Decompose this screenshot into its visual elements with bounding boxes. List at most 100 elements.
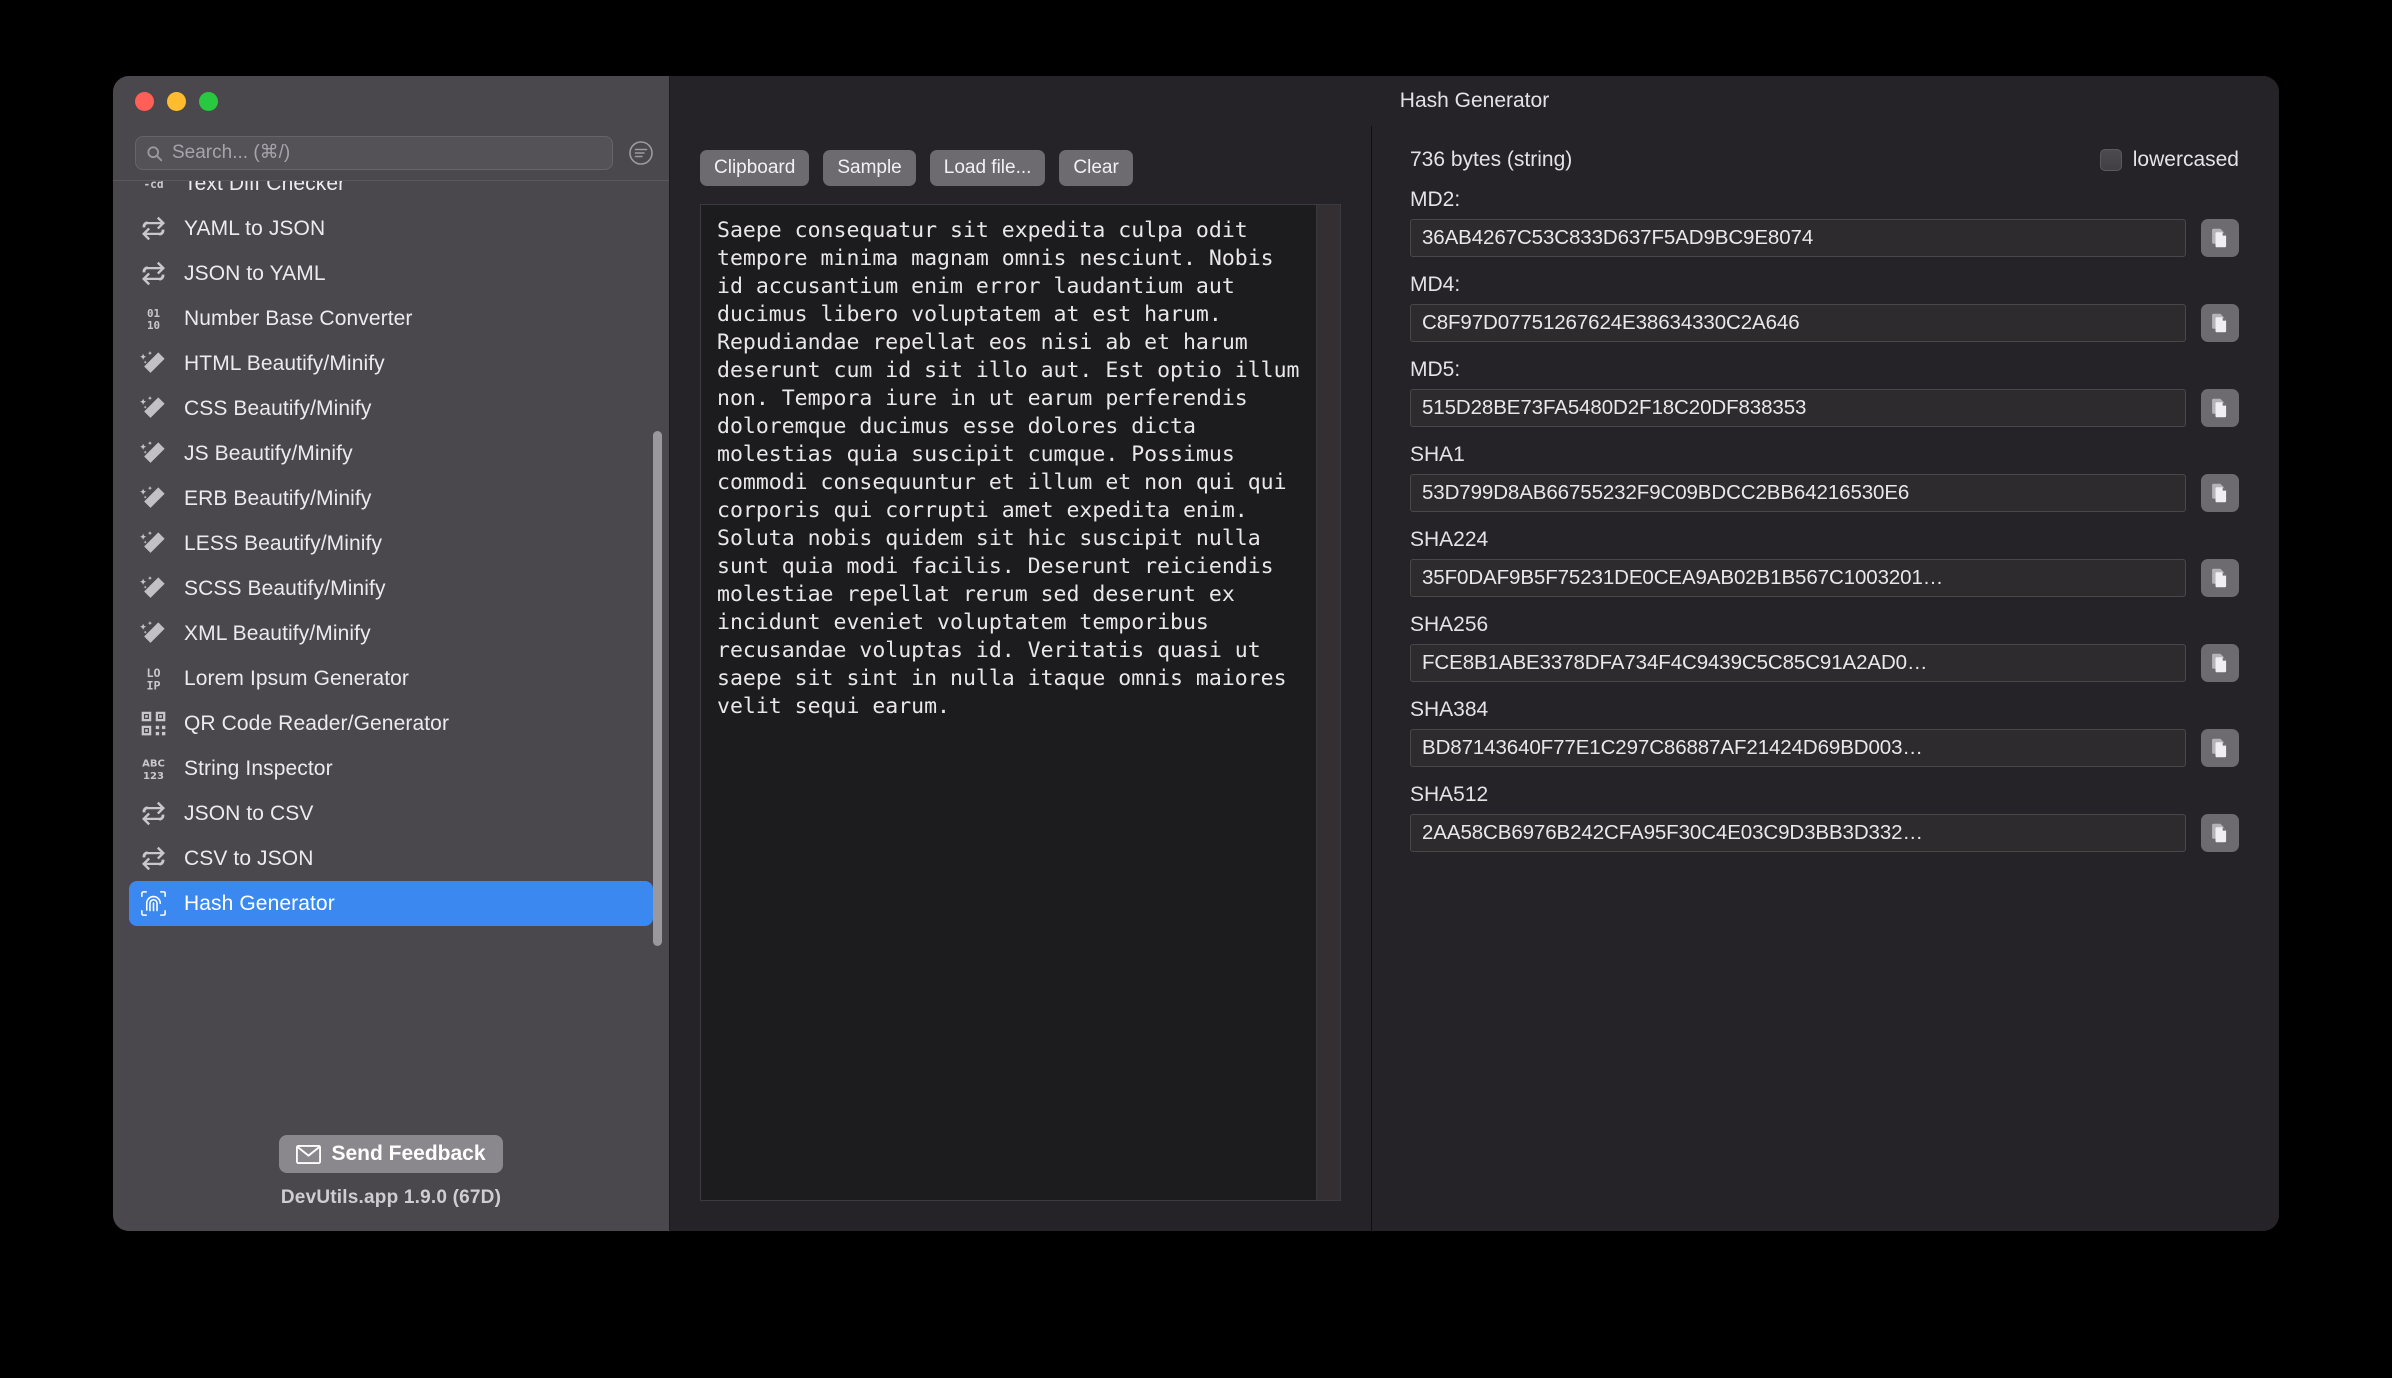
page-title: Hash Generator (1400, 89, 1549, 113)
copy-button[interactable] (2201, 559, 2239, 597)
clear-button[interactable]: Clear (1059, 150, 1132, 186)
copy-button[interactable] (2201, 219, 2239, 257)
lowercased-label: lowercased (2133, 148, 2239, 172)
sidebar-item-xml-beautify-minify[interactable]: XML Beautify/Minify (129, 611, 653, 656)
copy-button[interactable] (2201, 814, 2239, 852)
minimize-button[interactable] (167, 92, 186, 111)
input-textarea[interactable]: Saepe consequatur sit expedita culpa odi… (700, 204, 1341, 1201)
copy-icon (2210, 653, 2230, 673)
hash-row: MD4: C8F97D07751267624E38634330C2A646 (1410, 273, 2239, 342)
send-feedback-label: Send Feedback (331, 1142, 485, 1166)
wand-icon (139, 529, 168, 558)
sidebar-item-label: Lorem Ipsum Generator (184, 667, 409, 691)
sidebar-item-text-diff-checker[interactable]: -cd Text Diff Checker (129, 180, 653, 206)
sidebar-item-scss-beautify-minify[interactable]: SCSS Beautify/Minify (129, 566, 653, 611)
sidebar-item-label: YAML to JSON (184, 217, 325, 241)
copy-icon (2210, 738, 2230, 758)
load-file-button[interactable]: Load file... (930, 150, 1046, 186)
hash-value-field[interactable]: FCE8B1ABE3378DFA734F4C9439C5C85C91A2AD0… (1410, 644, 2186, 682)
hash-value-row: C8F97D07751267624E38634330C2A646 (1410, 304, 2239, 342)
sidebar-item-label: JSON to CSV (184, 802, 313, 826)
hash-value-field[interactable]: 35F0DAF9B5F75231DE0CEA9AB02B1B567C100320… (1410, 559, 2186, 597)
sidebar-item-json-to-yaml[interactable]: JSON to YAML (129, 251, 653, 296)
svg-text:10: 10 (147, 319, 160, 332)
copy-button[interactable] (2201, 729, 2239, 767)
send-feedback-button[interactable]: Send Feedback (279, 1135, 502, 1173)
sidebar-scrollbar-thumb[interactable] (653, 431, 662, 946)
sidebar-item-html-beautify-minify[interactable]: HTML Beautify/Minify (129, 341, 653, 386)
hash-value-field[interactable]: 53D799D8AB66755232F9C09BDCC2BB64216530E6 (1410, 474, 2186, 512)
hash-algorithm-label: MD4: (1410, 273, 2239, 297)
qr-code-icon (139, 709, 168, 738)
hash-value-field[interactable]: 2AA58CB6976B242CFA95F30C4E03C9D3BB3D332… (1410, 814, 2186, 852)
copy-icon (2210, 823, 2230, 843)
sidebar-item-less-beautify-minify[interactable]: LESS Beautify/Minify (129, 521, 653, 566)
sidebar-item-csv-to-json[interactable]: CSV to JSON (129, 836, 653, 881)
sidebar-item-json-to-csv[interactable]: JSON to CSV (129, 791, 653, 836)
hash-row: MD5:515D28BE73FA5480D2F18C20DF838353 (1410, 358, 2239, 427)
copy-icon (2210, 228, 2230, 248)
search-input[interactable] (172, 142, 602, 164)
sidebar-footer: Send Feedback DevUtils.app 1.9.0 (67D) (113, 1117, 669, 1231)
svg-text:ABC: ABC (142, 758, 165, 769)
tool-list[interactable]: -cd Text Diff Checker YAML to JSON JSON to … (113, 180, 669, 1117)
sidebar-item-number-base-converter[interactable]: 0110Number Base Converter (129, 296, 653, 341)
sidebar-item-erb-beautify-minify[interactable]: ERB Beautify/Minify (129, 476, 653, 521)
lowercased-checkbox[interactable] (2100, 149, 2122, 171)
sidebar-item-qr-code-reader-generator[interactable]: QR Code Reader/Generator (129, 701, 653, 746)
sidebar-item-lorem-ipsum-generator[interactable]: LOIPLorem Ipsum Generator (129, 656, 653, 701)
sidebar-item-js-beautify-minify[interactable]: JS Beautify/Minify (129, 431, 653, 476)
sample-button[interactable]: Sample (823, 150, 915, 186)
sidebar-item-label: JS Beautify/Minify (184, 442, 353, 466)
sidebar-item-label: ERB Beautify/Minify (184, 487, 371, 511)
zoom-button[interactable] (199, 92, 218, 111)
lowercased-toggle[interactable]: lowercased (2100, 148, 2239, 172)
app-window: -cd Text Diff Checker YAML to JSON JSON to … (113, 76, 2279, 1231)
hash-row: SHA384 BD87143640F77E1C297C86887AF21424D6… (1410, 698, 2239, 767)
sidebar-item-label: SCSS Beautify/Minify (184, 577, 386, 601)
sidebar-item-string-inspector[interactable]: ABC 123 String Inspector (129, 746, 653, 791)
copy-button[interactable] (2201, 644, 2239, 682)
hash-value-row: 515D28BE73FA5480D2F18C20DF838353 (1410, 389, 2239, 427)
sidebar-item-label: String Inspector (184, 757, 333, 781)
copy-button[interactable] (2201, 304, 2239, 342)
wand-icon (139, 619, 168, 648)
sidebar-item-label: Number Base Converter (184, 307, 413, 331)
svg-text:123: 123 (143, 771, 164, 782)
svg-text:-cd: -cd (143, 180, 163, 191)
search-box[interactable] (135, 136, 613, 170)
hash-value-field[interactable]: C8F97D07751267624E38634330C2A646 (1410, 304, 2186, 342)
sidebar-item-label: Text Diff Checker (184, 180, 345, 196)
fingerprint-icon (139, 889, 168, 918)
sidebar-item-hash-generator[interactable]: Hash Generator (129, 881, 653, 926)
hash-value-field[interactable]: BD87143640F77E1C297C86887AF21424D69BD003… (1410, 729, 2186, 767)
input-text: Saepe consequatur sit expedita culpa odi… (717, 217, 1310, 721)
copy-button[interactable] (2201, 389, 2239, 427)
hash-value-row: 36AB4267C53C833D637F5AD9BC9E8074 (1410, 219, 2239, 257)
hash-value-field[interactable]: 36AB4267C53C833D637F5AD9BC9E8074 (1410, 219, 2186, 257)
copy-icon (2210, 483, 2230, 503)
sidebar-item-yaml-to-json[interactable]: YAML to JSON (129, 206, 653, 251)
hash-value-field[interactable]: 515D28BE73FA5480D2F18C20DF838353 (1410, 389, 2186, 427)
svg-text:IP: IP (146, 679, 160, 693)
hash-algorithm-label: SHA384 (1410, 698, 2239, 722)
results-header: 736 bytes (string) lowercased (1410, 148, 2239, 172)
convert-icon (139, 259, 168, 288)
filter-icon[interactable] (627, 139, 655, 167)
sidebar-item-css-beautify-minify[interactable]: CSS Beautify/Minify (129, 386, 653, 431)
abc123-icon: ABC 123 (139, 754, 168, 783)
app-version-label: DevUtils.app 1.9.0 (67D) (281, 1187, 501, 1209)
hash-row: SHA153D799D8AB66755232F9C09BDCC2BB642165… (1410, 443, 2239, 512)
clipboard-button[interactable]: Clipboard (700, 150, 809, 186)
hash-algorithm-label: SHA256 (1410, 613, 2239, 637)
results-pane: 736 bytes (string) lowercased MD2:36AB42… (1372, 126, 2279, 1231)
wand-icon (139, 394, 168, 423)
wand-icon (139, 574, 168, 603)
input-toolbar: Clipboard Sample Load file... Clear (670, 150, 1371, 204)
editor-scrollbar-track[interactable] (1316, 205, 1340, 1200)
copy-icon (2210, 398, 2230, 418)
copy-button[interactable] (2201, 474, 2239, 512)
hash-row: SHA5122AA58CB6976B242CFA95F30C4E03C9D3BB… (1410, 783, 2239, 852)
traffic-lights (113, 76, 669, 126)
close-button[interactable] (135, 92, 154, 111)
